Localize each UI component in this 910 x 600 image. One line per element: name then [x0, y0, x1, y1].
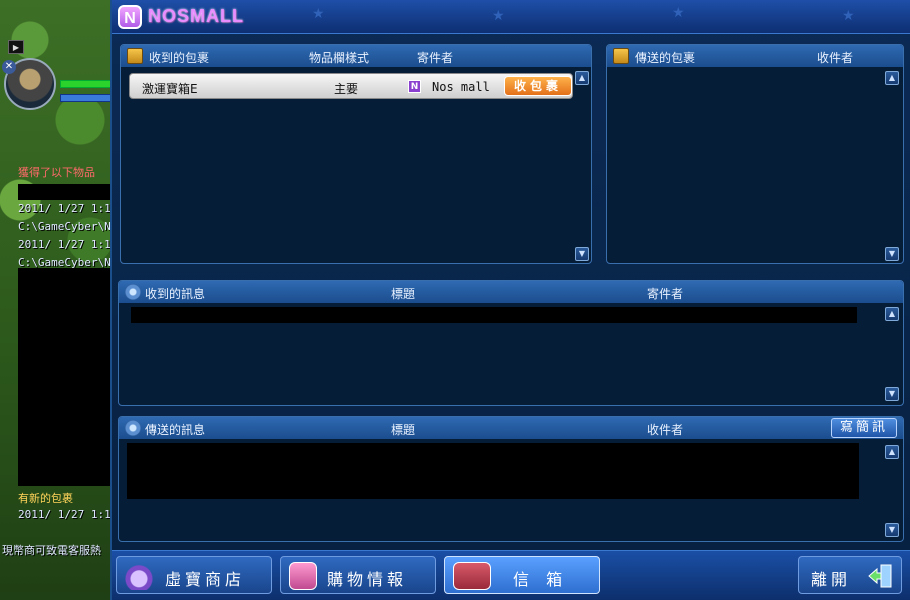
package-name: 激運寶箱E	[142, 82, 198, 96]
package-icon	[127, 48, 143, 64]
mailbox-button-label: 信 箱	[513, 570, 569, 589]
shop-button[interactable]: 虛寶商店	[116, 556, 272, 594]
game-chat-line: 有新的包裹	[18, 492, 73, 505]
exit-button-label: 離開	[811, 570, 852, 589]
mailbox-button[interactable]: 信 箱	[444, 556, 600, 594]
game-chat-line: 2011/ 1/27 1:1	[18, 202, 111, 215]
sent-messages-panel: 傳送的訊息 標題 收件者 寫簡訊 ▲ ▼	[118, 416, 904, 542]
package-sender: Nos mall	[432, 80, 490, 94]
shopping-info-button-label: 購物情報	[327, 570, 408, 589]
chevron-down-icon[interactable]: ▼	[885, 247, 899, 261]
package-slot: 主要	[334, 82, 359, 96]
shop-button-label: 虛寶商店	[165, 570, 246, 589]
close-icon[interactable]: ✕	[2, 60, 16, 74]
panel-header: 傳送的訊息 標題 收件者 寫簡訊	[119, 417, 903, 439]
nosmall-sender-icon: N	[408, 80, 421, 93]
potion-icon	[125, 562, 153, 590]
shopping-info-button[interactable]: 購物情報	[280, 556, 436, 594]
message-row-redacted[interactable]	[131, 307, 857, 323]
play-icon[interactable]: ▶	[8, 40, 24, 54]
chevron-down-icon[interactable]: ▼	[575, 247, 589, 261]
received-messages-panel: 收到的訊息 標題 寄件者 ▲ ▼	[118, 280, 904, 406]
title-bar: ★ ★ ★ ★ N NOSMALL	[112, 0, 910, 34]
package-icon	[613, 48, 629, 64]
panel-title: 收到的包裹	[149, 51, 210, 65]
message-arrows-icon	[125, 284, 141, 300]
chevron-up-icon[interactable]: ▲	[885, 445, 899, 459]
exit-door-icon	[868, 564, 892, 588]
game-background: ▶ ✕ 獲得了以下物品 2011/ 1/27 1:1 C:\GameCyber\…	[0, 0, 120, 600]
exit-button[interactable]: 離開	[798, 556, 902, 594]
chevron-up-icon[interactable]: ▲	[575, 71, 589, 85]
panel-header: 傳送的包裹 收件者	[607, 45, 903, 67]
bottom-navigation: 虛寶商店 購物情報 信 箱 離開	[112, 550, 910, 600]
column-header-item-type: 物品欄樣式	[309, 51, 370, 65]
hp-bar	[60, 80, 112, 88]
nosmall-logo-icon: N	[118, 5, 142, 29]
chevron-down-icon[interactable]: ▼	[885, 387, 899, 401]
star-decoration-icon: ★	[842, 8, 855, 24]
game-chat-line: 2011/ 1/27 1:1	[18, 238, 111, 251]
game-chat-line: 2011/ 1/27 1:1	[18, 508, 111, 521]
mp-bar	[60, 94, 112, 102]
star-decoration-icon: ★	[312, 6, 325, 22]
nosmall-window: ★ ★ ★ ★ N NOSMALL 收到的包裹 物品欄樣式 寄件者 激運寶箱E …	[110, 0, 910, 600]
panel-title: 收到的訊息	[145, 287, 206, 301]
panel-title: 傳送的包裹	[635, 51, 696, 65]
game-chat-redacted	[18, 268, 112, 486]
panel-header: 收到的訊息 標題 寄件者	[119, 281, 903, 303]
column-header-recipient: 收件者	[647, 423, 684, 437]
game-chat-line: C:\GameCyber\No	[18, 220, 118, 233]
window-title: NOSMALL	[148, 6, 244, 26]
message-arrows-icon	[125, 420, 141, 436]
game-chat-line: 現幣商可致電客服熱	[2, 544, 101, 557]
mailbox-icon	[453, 562, 491, 590]
star-decoration-icon: ★	[492, 8, 505, 24]
star-decoration-icon: ★	[672, 5, 685, 21]
column-header-recipient: 收件者	[817, 51, 854, 65]
column-header-sender: 寄件者	[417, 51, 454, 65]
chevron-up-icon[interactable]: ▲	[885, 71, 899, 85]
write-message-button[interactable]: 寫簡訊	[831, 418, 897, 438]
shopping-bag-icon	[289, 562, 317, 590]
receive-package-button[interactable]: 收包裹	[504, 76, 572, 96]
received-packages-panel: 收到的包裹 物品欄樣式 寄件者 激運寶箱E 主要 N Nos mall 收包裹 …	[120, 44, 592, 264]
message-list-redacted[interactable]	[127, 443, 859, 499]
chevron-up-icon[interactable]: ▲	[885, 307, 899, 321]
panel-header: 收到的包裹 物品欄樣式 寄件者	[121, 45, 591, 67]
column-header-sender: 寄件者	[647, 287, 684, 301]
chevron-down-icon[interactable]: ▼	[885, 523, 899, 537]
panel-title: 傳送的訊息	[145, 423, 206, 437]
column-header-subject: 標題	[391, 423, 416, 437]
game-chat-line: 獲得了以下物品	[18, 166, 95, 179]
sent-packages-panel: 傳送的包裹 收件者 ▲ ▼	[606, 44, 904, 264]
game-chat-redacted	[18, 184, 110, 200]
package-row[interactable]: 激運寶箱E 主要 N Nos mall 收包裹	[129, 73, 573, 99]
column-header-subject: 標題	[391, 287, 416, 301]
